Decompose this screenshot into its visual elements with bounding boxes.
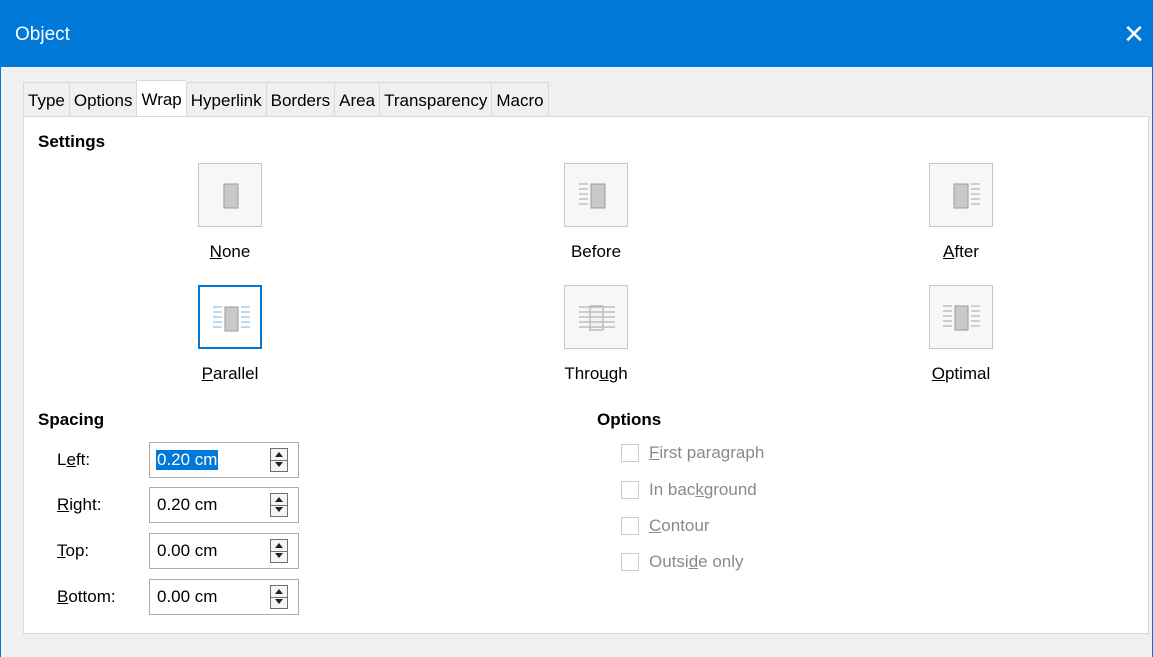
spacing-bottom-label: Bottom: xyxy=(57,587,116,606)
tab-transparency[interactable]: Transparency xyxy=(379,82,492,116)
spacing-top-label: Top: xyxy=(57,541,90,560)
tab-type[interactable]: Type xyxy=(23,82,69,116)
wrap-before-icon xyxy=(579,183,606,209)
spin-up-icon[interactable] xyxy=(275,589,283,594)
spacing-bottom-input[interactable]: 0.00 cm xyxy=(149,579,299,615)
wrap-optimal-button[interactable] xyxy=(929,285,993,349)
dialog-title: Object xyxy=(15,24,70,45)
spacing-left-spinner[interactable] xyxy=(270,448,288,472)
spin-up-icon[interactable] xyxy=(275,497,283,502)
wrap-optimal-label: Optimal xyxy=(931,364,991,383)
wrap-option-none[interactable]: None xyxy=(170,163,290,262)
tab-hyperlink[interactable]: Hyperlink xyxy=(185,82,266,116)
wrap-through-label: Through xyxy=(564,364,628,383)
spin-up-icon[interactable] xyxy=(275,543,283,548)
spacing-top-row: Top: 0.00 cm xyxy=(57,533,317,569)
wrap-option-parallel[interactable]: Parallel xyxy=(170,285,290,384)
object-dialog: Object ✕ Type Options Wrap Hyperlink Bor… xyxy=(0,0,1153,657)
tab-wrap[interactable]: Wrap xyxy=(136,80,186,116)
wrap-parallel-button[interactable] xyxy=(198,285,262,349)
tab-options[interactable]: Options xyxy=(68,82,137,116)
checkbox-icon[interactable] xyxy=(621,481,639,499)
settings-heading: Settings xyxy=(38,132,106,151)
wrap-before-button[interactable] xyxy=(564,163,628,227)
first-paragraph-label: First paragraph xyxy=(649,443,765,462)
title-bar: Object ✕ xyxy=(1,0,1153,67)
wrap-after-label: After xyxy=(943,242,979,261)
checkbox-icon[interactable] xyxy=(621,517,639,535)
spacing-bottom-spinner[interactable] xyxy=(270,585,288,609)
wrap-none-icon xyxy=(223,183,239,209)
close-icon[interactable]: ✕ xyxy=(1114,12,1153,56)
spacing-heading: Spacing xyxy=(38,410,105,429)
spacing-left-row: Left: 0.20 cm xyxy=(57,442,317,478)
wrap-none-button[interactable] xyxy=(198,163,262,227)
checkbox-icon[interactable] xyxy=(621,444,639,462)
contour-label: Contour xyxy=(649,516,710,535)
wrap-option-optimal[interactable]: Optimal xyxy=(901,285,1021,384)
options-heading: Options xyxy=(597,410,662,429)
tab-bar: Type Options Wrap Hyperlink Borders Area… xyxy=(23,80,549,116)
spacing-top-input[interactable]: 0.00 cm xyxy=(149,533,299,569)
spacing-right-spinner[interactable] xyxy=(270,493,288,517)
spin-down-icon[interactable] xyxy=(275,553,283,558)
wrap-parallel-icon xyxy=(213,306,250,332)
spacing-left-input[interactable]: 0.20 cm xyxy=(149,442,299,478)
spacing-right-input[interactable]: 0.20 cm xyxy=(149,487,299,523)
outside-only-label: Outside only xyxy=(649,552,744,571)
in-background-label: In background xyxy=(649,480,757,499)
wrap-panel: Settings None Before After Parallel Thro… xyxy=(23,116,1149,634)
spacing-top-value: 0.00 cm xyxy=(157,541,218,560)
wrap-through-icon xyxy=(579,305,615,331)
wrap-optimal-icon xyxy=(943,305,980,331)
wrap-after-button[interactable] xyxy=(929,163,993,227)
wrap-before-label: Before xyxy=(570,242,622,261)
tab-macro[interactable]: Macro xyxy=(491,82,549,116)
spacing-right-value: 0.20 cm xyxy=(157,495,218,514)
tab-borders[interactable]: Borders xyxy=(265,82,335,116)
spacing-left-value: 0.20 cm xyxy=(156,450,219,470)
wrap-after-icon xyxy=(953,183,980,209)
spacing-left-label: Left: xyxy=(57,450,91,469)
wrap-none-label: None xyxy=(209,242,251,261)
spin-down-icon[interactable] xyxy=(275,599,283,604)
spacing-right-row: Right: 0.20 cm xyxy=(57,487,317,523)
spin-down-icon[interactable] xyxy=(275,507,283,512)
spacing-bottom-row: Bottom: 0.00 cm xyxy=(57,579,317,615)
wrap-through-button[interactable] xyxy=(564,285,628,349)
checkbox-icon[interactable] xyxy=(621,553,639,571)
wrap-option-through[interactable]: Through xyxy=(536,285,656,384)
tab-area[interactable]: Area xyxy=(334,82,380,116)
wrap-option-before[interactable]: Before xyxy=(536,163,656,262)
spacing-top-spinner[interactable] xyxy=(270,539,288,563)
spacing-right-label: Right: xyxy=(57,495,102,514)
spin-down-icon[interactable] xyxy=(275,462,283,467)
spin-up-icon[interactable] xyxy=(275,452,283,457)
wrap-option-after[interactable]: After xyxy=(901,163,1021,262)
spacing-bottom-value: 0.00 cm xyxy=(157,587,218,606)
wrap-parallel-label: Parallel xyxy=(201,364,259,383)
